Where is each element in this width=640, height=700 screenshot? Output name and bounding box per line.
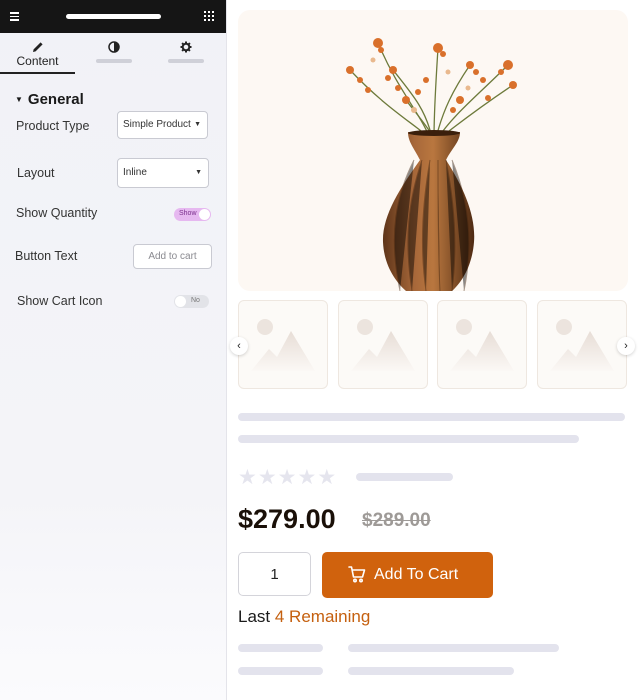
grid-apps-icon[interactable] <box>204 11 214 21</box>
stock-notice: Last 4 Remaining <box>238 607 370 627</box>
star-icon: ★ <box>238 466 258 489</box>
chevron-down-icon: ▼ <box>194 121 201 128</box>
button-text-input[interactable] <box>133 244 212 269</box>
section-general-toggle[interactable]: ▼ General <box>15 91 84 108</box>
product-type-label: Product Type <box>16 119 90 133</box>
regular-price: $289.00 <box>362 510 431 531</box>
editor-top-bar <box>0 0 226 33</box>
show-quantity-state: Show <box>179 210 197 217</box>
image-placeholder-icon <box>550 319 614 371</box>
title-placeholder-line <box>238 435 579 443</box>
meta-value-placeholder <box>348 667 514 675</box>
review-count-placeholder <box>356 473 453 481</box>
style-contrast-icon <box>107 41 120 55</box>
cart-icon <box>348 565 366 588</box>
thumbnail-1[interactable] <box>238 300 328 389</box>
chevron-left-icon[interactable]: ‹ <box>230 337 248 355</box>
sale-price: $279.00 <box>238 504 336 534</box>
stock-count: 4 Remaining <box>274 607 371 626</box>
tab-advanced[interactable] <box>148 33 223 74</box>
layout-label: Layout <box>17 166 55 180</box>
editor-panel: Content ▼ General Product Type Simple Pr… <box>0 0 227 700</box>
thumbnail-4[interactable] <box>537 300 627 389</box>
editor-tabs: Content <box>0 33 226 74</box>
stock-prefix: Last <box>238 607 271 626</box>
meta-value-placeholder <box>348 644 559 652</box>
add-to-cart-label: Add To Cart <box>374 566 459 583</box>
tab-content-label: Content <box>16 54 59 68</box>
chevron-down-icon: ▼ <box>195 169 202 176</box>
thumbnail-2[interactable] <box>338 300 428 389</box>
star-icon: ★ <box>317 466 338 489</box>
show-cart-icon-state: No <box>191 297 200 304</box>
layout-select[interactable]: Inline ▼ <box>117 158 209 188</box>
product-type-select[interactable]: Simple Product ▼ <box>117 111 208 139</box>
chevron-right-icon[interactable]: › <box>617 337 635 355</box>
thumbnail-3[interactable] <box>437 300 527 389</box>
button-text-label: Button Text <box>15 249 78 263</box>
image-placeholder-icon <box>351 319 415 371</box>
meta-label-placeholder <box>238 667 323 675</box>
toggle-knob <box>199 209 210 220</box>
show-cart-icon-toggle[interactable]: No <box>174 295 209 308</box>
caret-down-icon: ▼ <box>15 95 23 104</box>
vase-with-dried-flowers-image <box>346 38 517 291</box>
pencil-icon <box>32 41 44 55</box>
tab-advanced-placeholder <box>167 59 204 63</box>
show-cart-icon-label: Show Cart Icon <box>17 294 103 308</box>
star-icon: ★ <box>297 466 318 489</box>
product-main-image <box>238 10 628 291</box>
title-placeholder-bar <box>66 14 161 19</box>
show-quantity-label: Show Quantity <box>16 206 98 220</box>
meta-label-placeholder <box>238 644 323 652</box>
image-placeholder-icon <box>251 319 315 371</box>
gear-icon <box>180 41 192 55</box>
product-type-value: Simple Product <box>123 119 191 130</box>
section-title: General <box>27 91 84 108</box>
tab-style[interactable] <box>76 33 151 74</box>
image-placeholder-icon <box>450 319 514 371</box>
hamburger-menu-icon[interactable] <box>10 12 19 23</box>
show-quantity-toggle[interactable]: Show <box>174 208 211 221</box>
tab-style-placeholder <box>95 59 132 63</box>
star-rating: ★★★★★ <box>238 465 337 490</box>
layout-value: Inline <box>123 167 147 178</box>
star-icon: ★ <box>277 466 298 489</box>
title-placeholder-line <box>238 413 625 421</box>
tab-content[interactable]: Content <box>0 33 75 74</box>
star-icon: ★ <box>257 466 278 489</box>
toggle-knob <box>175 296 186 307</box>
quantity-input[interactable] <box>238 552 311 596</box>
add-to-cart-button[interactable]: Add To Cart <box>322 552 493 598</box>
